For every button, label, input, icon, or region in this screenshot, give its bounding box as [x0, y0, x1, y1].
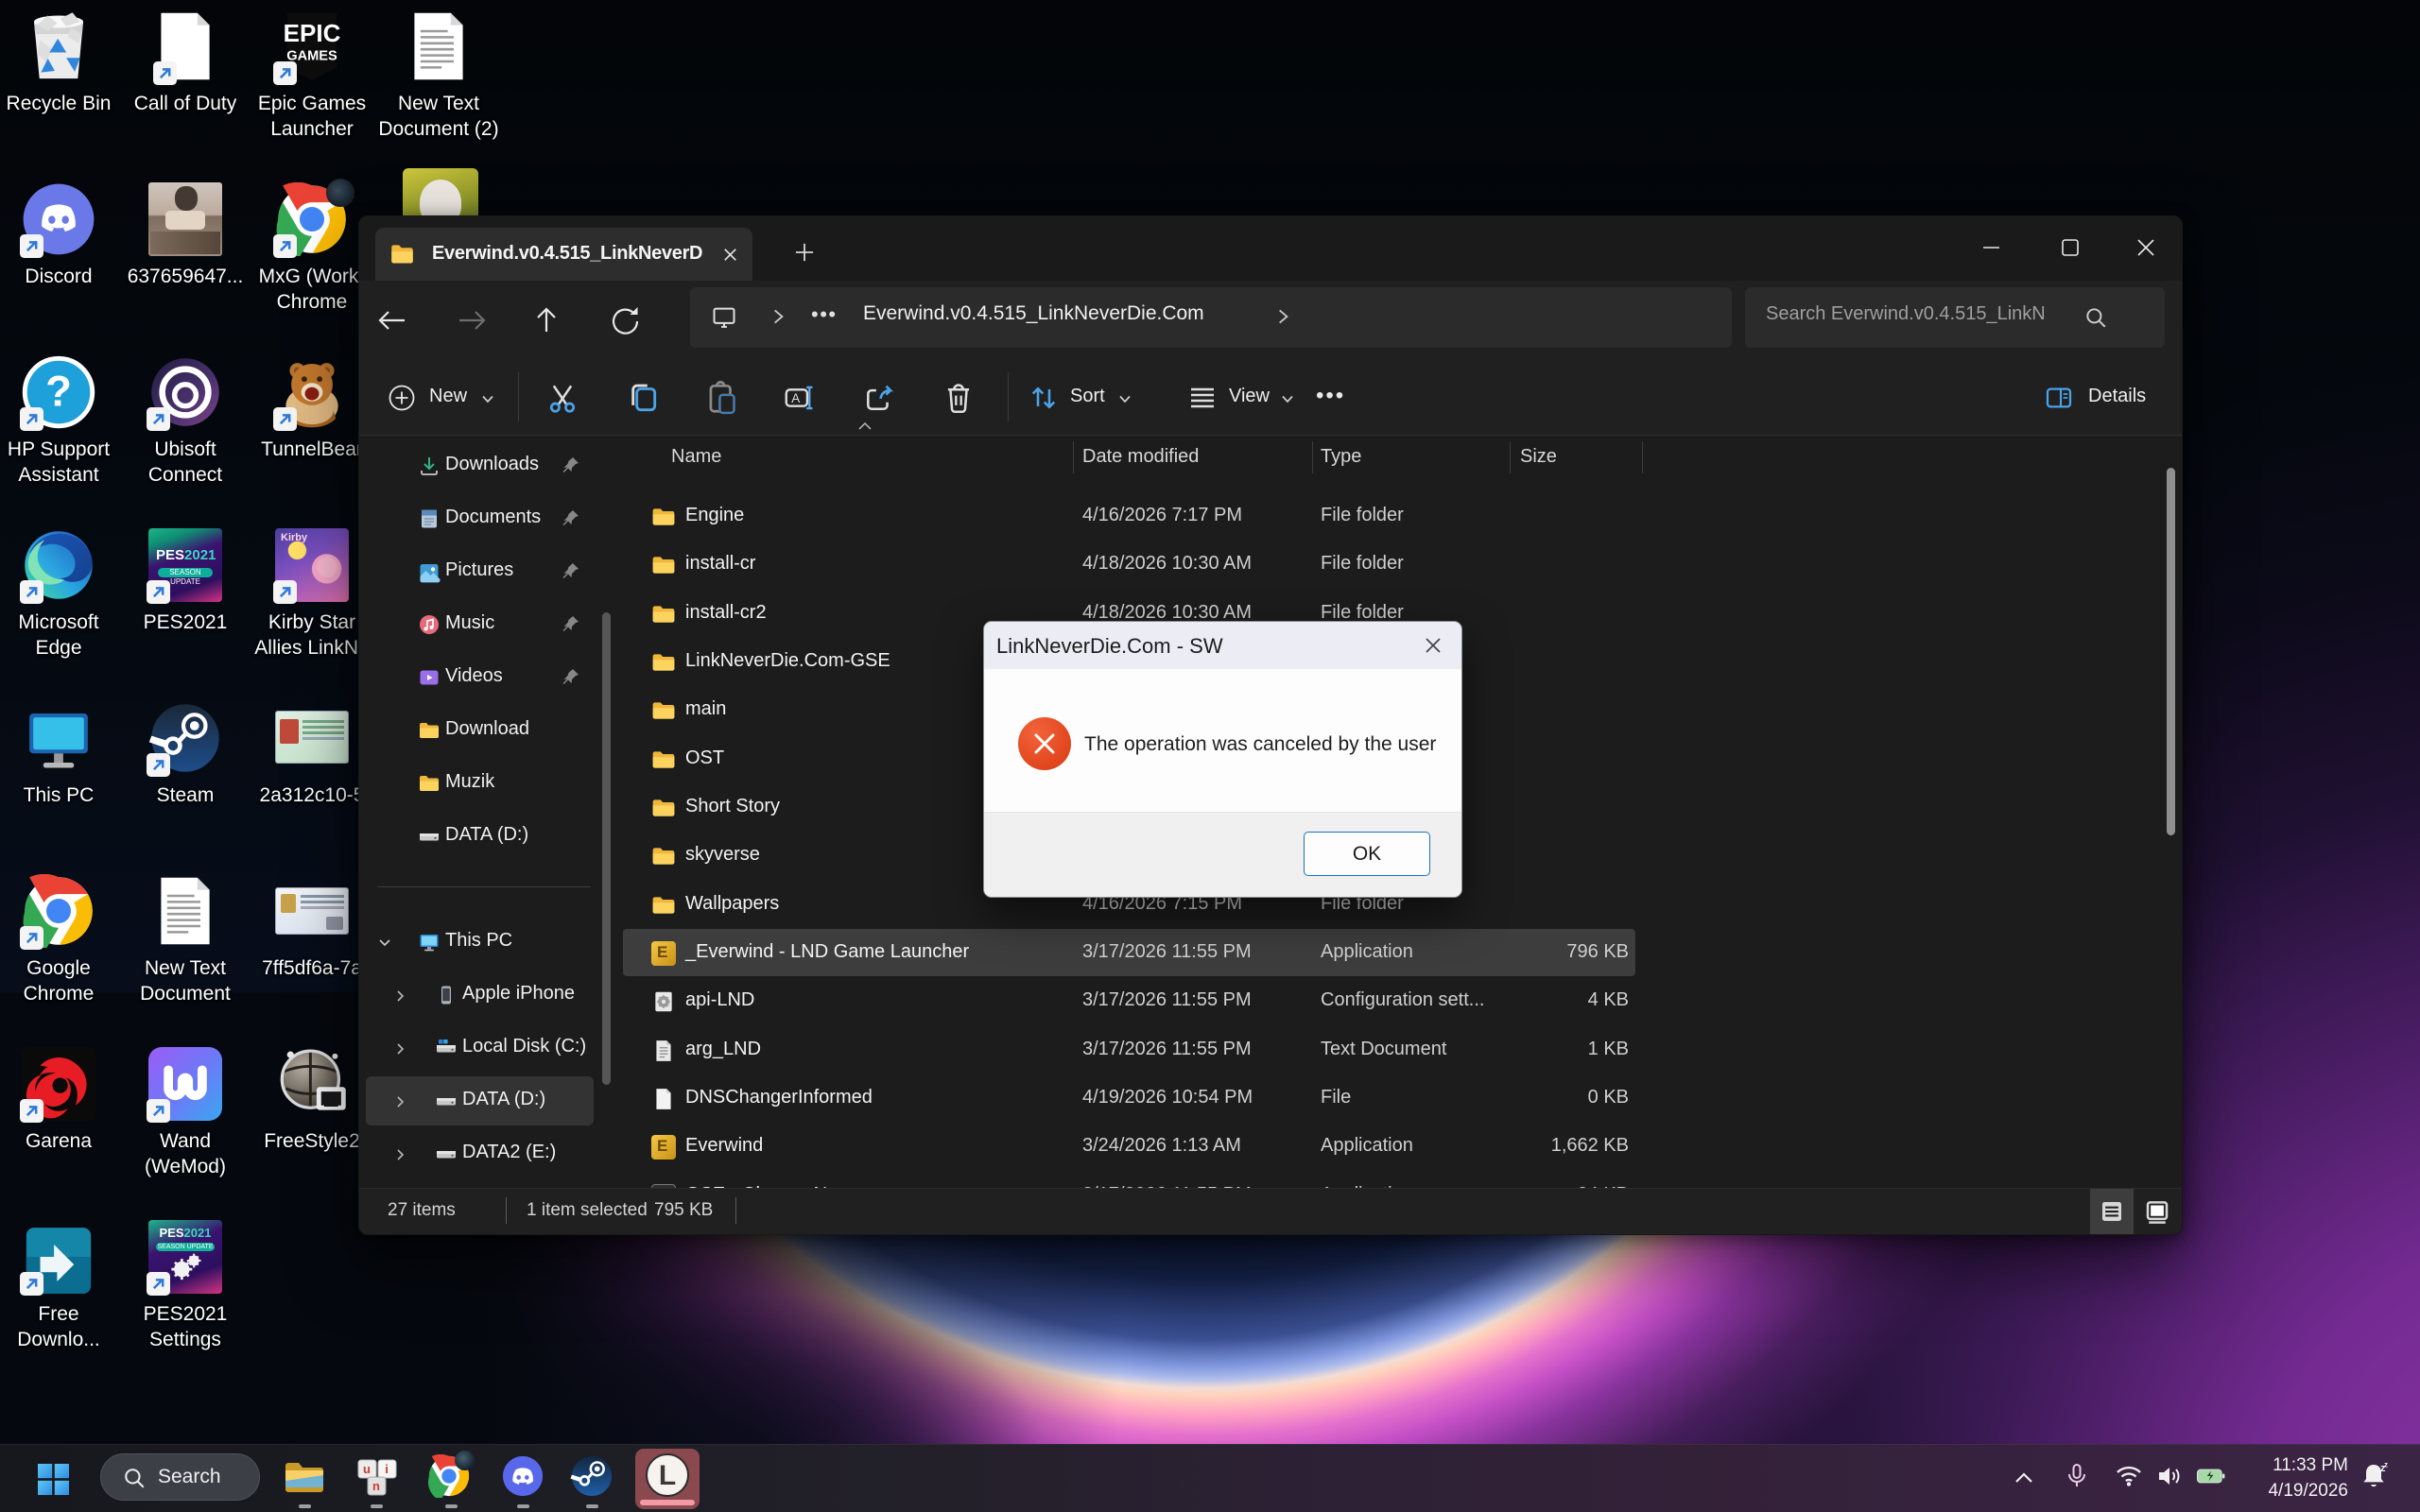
svg-text:n: n — [372, 1479, 380, 1493]
svg-text:A: A — [791, 391, 800, 405]
svg-text:z: z — [2384, 1461, 2388, 1469]
svg-text:?: ? — [45, 368, 72, 416]
svg-text:i: i — [385, 1462, 389, 1476]
svg-text:EPIC: EPIC — [284, 19, 341, 47]
svg-text:u: u — [363, 1462, 371, 1476]
